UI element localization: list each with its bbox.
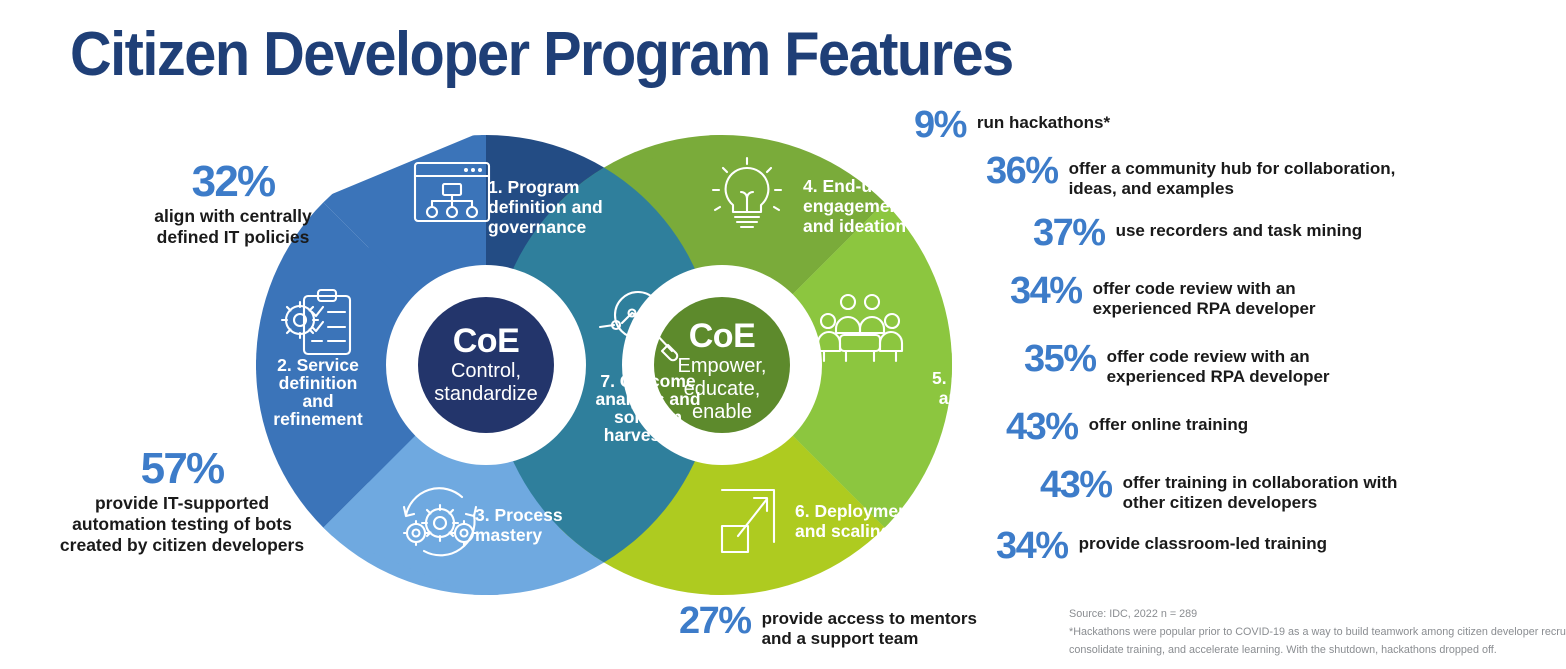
svg-text:mastery: mastery (475, 525, 542, 545)
stat-34a-percent: 34% (1010, 270, 1083, 312)
stat-32-block[interactable]: 32% align with centrally defined IT poli… (98, 158, 368, 248)
stat-34b-percent: 34% (996, 525, 1069, 567)
left-core-sub-1: Control, (451, 360, 521, 382)
stat-34b-line-1: provide classroom-led training (1078, 534, 1328, 553)
stat-57-line-3: created by citizen developers (59, 535, 305, 556)
svg-text:2. Service: 2. Service (277, 355, 359, 375)
svg-text:and scaling: and scaling (795, 521, 891, 541)
svg-text:5. Mentoring: 5. Mentoring (932, 368, 1000, 388)
segment-5-label: 5. Mentoring and review (932, 368, 1000, 408)
svg-text:3. Process: 3. Process (475, 505, 563, 525)
svg-text:and ideation: and ideation (803, 216, 906, 236)
stat-43b-row[interactable]: 43% offer training in collaboration with… (1040, 466, 1397, 513)
stat-34b-text: provide classroom-led training (1068, 527, 1327, 554)
stat-37-percent: 37% (1033, 212, 1106, 254)
stat-35-row[interactable]: 35% offer code review with an experience… (1024, 340, 1330, 387)
stat-32-line-1: align with centrally (154, 205, 312, 226)
stat-57-percent: 57% (140, 444, 225, 493)
left-core-sub-2: standardize (434, 383, 537, 405)
source-line-3: consolidate training, and accelerate lea… (1069, 644, 1497, 657)
stat-43a-line-1: offer online training (1088, 415, 1249, 434)
svg-text:engagement: engagement (803, 196, 906, 216)
stat-34a-row[interactable]: 34% offer code review with an experience… (1010, 272, 1316, 319)
stat-27-line-2: and a support team (761, 629, 919, 649)
svg-text:analysis and: analysis and (595, 389, 700, 409)
venn-diagram: CoE Control, standardize CoE Empower, ed… (256, 135, 1000, 595)
stat-36-percent: 36% (986, 150, 1059, 192)
svg-text:and: and (302, 391, 333, 411)
stat-43b-line-2: other citizen developers (1122, 493, 1318, 513)
svg-text:1. Program: 1. Program (488, 177, 579, 197)
stat-34a-text: offer code review with an experienced RP… (1082, 272, 1316, 319)
stat-35-percent: 35% (1024, 338, 1097, 380)
source-footnote: Source: IDC, 2022 n = 289 *Hackathons we… (1069, 605, 1566, 659)
stat-34b-row[interactable]: 34% provide classroom-led training (996, 527, 1327, 565)
left-core-title: CoE (453, 322, 520, 360)
svg-text:7. Outcome: 7. Outcome (600, 371, 696, 391)
stat-43b-text: offer training in collaboration with oth… (1112, 466, 1398, 513)
stat-57-block[interactable]: 57% provide IT-supported automation test… (48, 445, 316, 557)
stat-35-text: offer code review with an experienced RP… (1096, 340, 1330, 387)
stat-43a-row[interactable]: 43% offer online training (1006, 408, 1248, 446)
stat-36-text: offer a community hub for collaboration,… (1058, 152, 1396, 199)
stat-35-line-2: experienced RPA developer (1106, 367, 1330, 387)
stat-32-percent: 32% (191, 157, 276, 206)
stat-43b-percent: 43% (1040, 464, 1113, 506)
segment-6-label: 6. Deployment and scaling (795, 501, 915, 541)
source-line-1: Source: IDC, 2022 n = 289 (1069, 608, 1198, 620)
segment-2-label: 2. Service definition and refinement (273, 355, 363, 429)
segment-7-label: 7. Outcome analysis and solution harvest… (595, 371, 700, 445)
stat-27-line-1: provide access to mentors (761, 609, 977, 628)
stat-9-percent: 9% (914, 104, 967, 146)
stat-37-line-1: use recorders and task mining (1115, 221, 1363, 240)
stat-57-line-1: provide IT-supported (94, 492, 270, 513)
right-core-title: CoE (689, 317, 756, 355)
stat-34a-line-2: experienced RPA developer (1092, 299, 1316, 319)
svg-text:solution: solution (614, 407, 682, 427)
stat-9-line-1: run hackathons* (976, 113, 1111, 132)
stat-27-row[interactable]: 27% provide access to mentors and a supp… (679, 602, 977, 649)
svg-text:governance: governance (488, 217, 586, 237)
stat-35-line-1: offer code review with an (1106, 347, 1310, 366)
svg-text:and review: and review (939, 388, 1000, 408)
stat-43a-text: offer online training (1078, 408, 1249, 435)
svg-text:4. End-user: 4. End-user (803, 176, 898, 196)
right-core-sub-3: enable (692, 401, 752, 423)
stat-37-row[interactable]: 37% use recorders and task mining (1033, 214, 1362, 252)
source-line-2: *Hackathons were popular prior to COVID-… (1069, 626, 1566, 639)
stat-9-row[interactable]: 9% run hackathons* (914, 106, 1110, 144)
segment-4-label: 4. End-user engagement and ideation (803, 176, 906, 236)
stat-36-line-2: ideas, and examples (1068, 179, 1234, 199)
svg-text:harvesting: harvesting (604, 425, 693, 445)
stat-32-line-2: defined IT policies (156, 226, 310, 247)
stat-43a-percent: 43% (1006, 406, 1079, 448)
infographic-root: Citizen Developer Program Features CoE C… (0, 0, 1566, 669)
svg-text:refinement: refinement (273, 409, 363, 429)
svg-text:6. Deployment: 6. Deployment (795, 501, 915, 521)
stat-9-text: run hackathons* (966, 106, 1110, 133)
stat-57-line-2: automation testing of bots (72, 513, 292, 534)
stat-27-text: provide access to mentors and a support … (751, 602, 977, 649)
stat-34a-line-1: offer code review with an (1092, 279, 1296, 298)
stat-27-percent: 27% (679, 600, 752, 642)
svg-text:definition: definition (279, 373, 358, 393)
stat-43b-line-1: offer training in collaboration with (1122, 473, 1398, 492)
stat-37-text: use recorders and task mining (1105, 214, 1363, 241)
stat-36-row[interactable]: 36% offer a community hub for collaborat… (986, 152, 1395, 199)
svg-text:definition and: definition and (488, 197, 603, 217)
stat-36-line-1: offer a community hub for collaboration, (1068, 159, 1396, 178)
